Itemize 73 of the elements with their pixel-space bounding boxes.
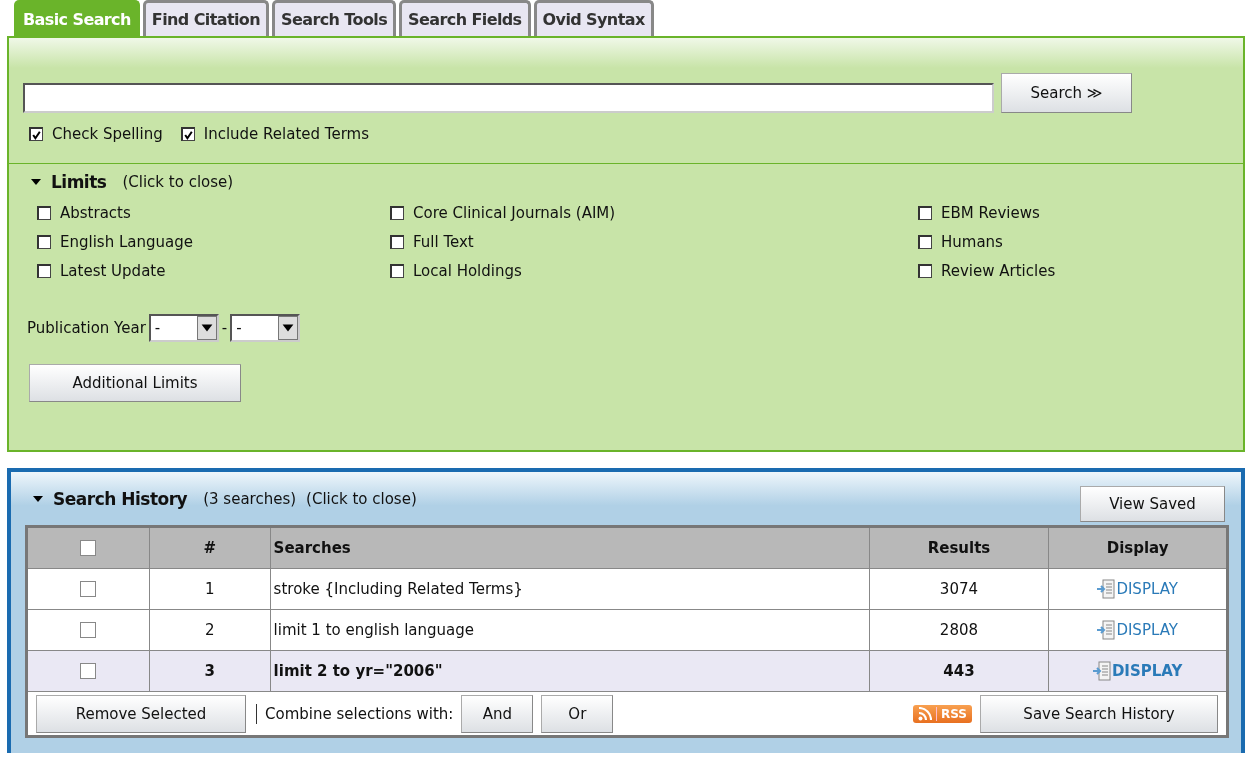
save-history-button[interactable]: Save Search History (980, 694, 1218, 733)
tab[interactable]: Find Citation (142, 0, 269, 36)
column-header: # (149, 528, 271, 568)
limits-title[interactable]: Limits (51, 172, 107, 192)
remove-selected-button[interactable]: Remove Selected (36, 694, 246, 733)
combine-label: Combine selections with: (265, 704, 454, 723)
document-arrow-icon (1097, 579, 1116, 599)
view-saved-button[interactable]: View Saved (1080, 486, 1225, 522)
checkbox-label: Core Clinical Journals (AIM) (413, 204, 616, 222)
tab[interactable]: Ovid Syntax (533, 0, 654, 36)
checkbox[interactable] (37, 235, 51, 249)
checkbox[interactable] (390, 206, 404, 220)
checkbox[interactable] (918, 206, 932, 220)
table-cell: stroke {Including Related Terms} (270, 569, 870, 609)
checkbox-label: Humans (941, 233, 1003, 251)
checkbox-label: Include Related Terms (203, 125, 369, 143)
year-dropdown[interactable]: - (148, 314, 219, 342)
checkbox-label: Latest Update (60, 262, 166, 280)
year-separator: - (221, 319, 228, 337)
search-button[interactable]: Search ≫ (1001, 73, 1132, 113)
rss-label: RSS (936, 706, 967, 721)
table-cell: 3 (149, 651, 271, 691)
checkbox[interactable] (918, 235, 932, 249)
tab[interactable]: Search Tools (272, 0, 397, 36)
checkbox[interactable] (80, 622, 97, 638)
table-cell: 2808 (869, 610, 1050, 650)
combine-button[interactable]: And (461, 694, 534, 733)
display-link[interactable]: DISPLAY (1097, 579, 1178, 599)
checkbox[interactable] (180, 127, 195, 141)
checkbox-label: English Language (60, 233, 193, 251)
search-count: (3 searches) (203, 490, 297, 508)
collapse-arrow-icon[interactable] (31, 177, 41, 187)
table-cell: 3074 (869, 569, 1050, 609)
column-header: Results (869, 528, 1050, 568)
checkbox-label: Local Holdings (413, 262, 522, 280)
tab[interactable]: Search Fields (399, 0, 531, 36)
checkbox-label: EBM Reviews (941, 204, 1040, 222)
checkbox-label: Full Text (413, 233, 474, 251)
checkbox[interactable] (37, 206, 51, 220)
table-cell: 443 (869, 651, 1050, 691)
checkbox-label: Check Spelling (52, 125, 163, 143)
checkbox[interactable] (80, 663, 97, 679)
collapse-hint[interactable]: (Click to close) (306, 490, 417, 508)
checkbox[interactable] (80, 540, 97, 556)
table-cell: limit 2 to yr="2006" (270, 651, 870, 691)
rss-icon (918, 706, 932, 721)
collapse-hint[interactable]: (Click to close) (122, 173, 234, 191)
checkbox[interactable] (29, 127, 43, 141)
document-arrow-icon (1092, 661, 1111, 681)
checkbox-label: Review Articles (941, 262, 1056, 280)
publication-year-label: Publication Year (27, 319, 146, 337)
collapse-arrow-icon[interactable] (33, 494, 43, 504)
display-link[interactable]: DISPLAY (1092, 661, 1183, 681)
checkbox[interactable] (390, 264, 404, 278)
table-cell: 1 (149, 569, 271, 609)
additional-limits-button[interactable]: Additional Limits (29, 364, 241, 402)
checkbox-label: Abstracts (60, 204, 131, 222)
table-cell: 2 (149, 610, 271, 650)
table-row[interactable]: 3 limit 2 to yr="2006" 443 DISPLAY (28, 651, 1226, 692)
checkbox[interactable] (918, 264, 932, 278)
history-title[interactable]: Search History (53, 489, 188, 509)
table-row[interactable]: 1 stroke {Including Related Terms} 3074 DISPLAY (28, 569, 1226, 610)
checkbox[interactable] (390, 235, 404, 249)
search-field[interactable] (23, 82, 994, 113)
document-arrow-icon (1097, 620, 1116, 640)
checkbox[interactable] (80, 581, 97, 597)
display-link[interactable]: DISPLAY (1097, 620, 1178, 640)
year-dropdown[interactable]: - (230, 314, 301, 342)
column-header: Searches (270, 528, 870, 568)
table-cell: limit 1 to english language (270, 610, 870, 650)
column-header: Display (1105, 538, 1170, 559)
checkbox[interactable] (37, 264, 51, 278)
combine-button[interactable]: Or (541, 694, 614, 733)
